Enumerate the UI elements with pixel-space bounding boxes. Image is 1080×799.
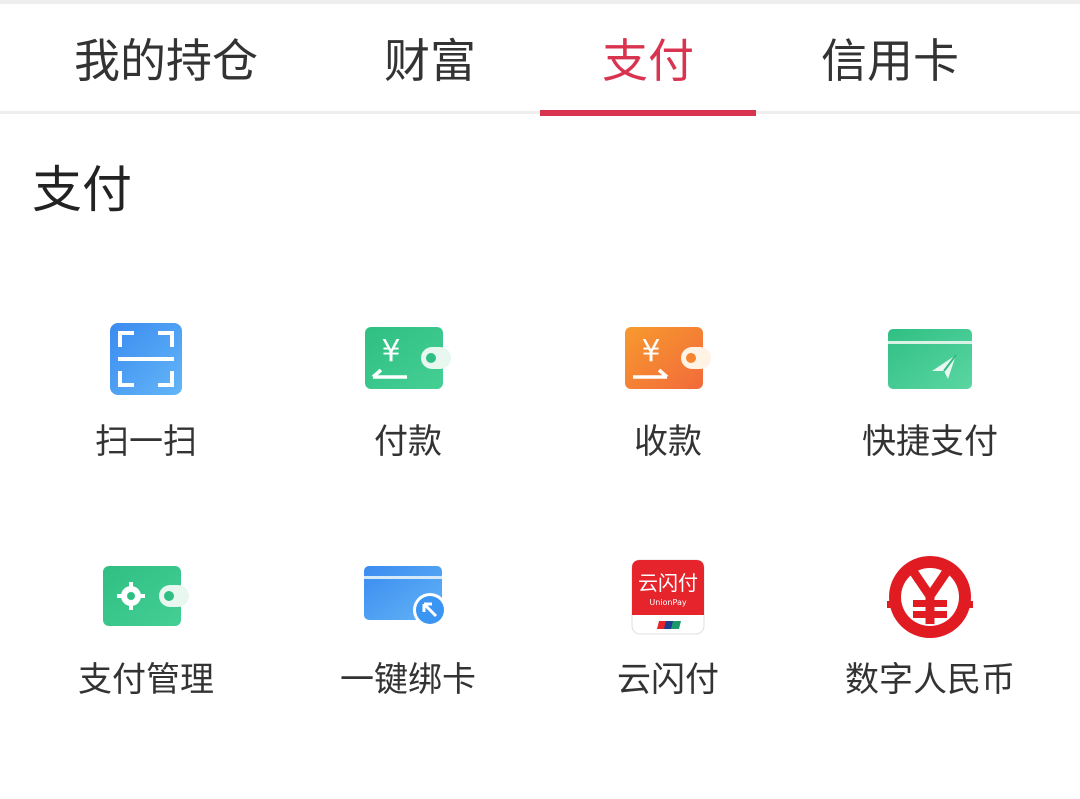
grid-item-receive[interactable]: ¥ 收款 (538, 304, 798, 504)
unionpay-cloud-quickpass-icon: 云闪付 UnionPay (538, 542, 798, 652)
svg-text:¥: ¥ (381, 334, 400, 369)
tab-payment[interactable]: 支付 (540, 4, 756, 112)
pay-wallet-icon: ¥ (278, 304, 538, 414)
payment-settings-wallet-icon (16, 542, 276, 652)
bind-card-icon (278, 542, 538, 652)
tab-credit-card[interactable]: 信用卡 (760, 4, 1020, 112)
top-tab-bar: 我的持仓 财富 支付 信用卡 (0, 0, 1080, 116)
grid-item-label: 支付管理 (78, 660, 214, 700)
grid-item-payment-management[interactable]: 支付管理 (16, 542, 276, 742)
digital-rmb-icon (800, 542, 1060, 652)
tab-wealth[interactable]: 财富 (300, 4, 560, 112)
grid-item-label: 收款 (634, 422, 702, 462)
grid-item-label: 快捷支付 (862, 422, 998, 462)
tab-my-holdings[interactable]: 我的持仓 (36, 4, 296, 112)
active-tab-indicator (540, 110, 756, 116)
receive-wallet-icon: ¥ (538, 304, 798, 414)
svg-text:云闪付: 云闪付 (638, 571, 698, 595)
grid-item-label: 云闪付 (617, 660, 719, 700)
grid-item-label: 数字人民币 (845, 660, 1015, 700)
section-title: 支付 (32, 161, 132, 219)
svg-text:¥: ¥ (641, 334, 660, 369)
grid-item-label: 扫一扫 (95, 422, 197, 462)
grid-item-bind-card[interactable]: 一键绑卡 (278, 542, 538, 742)
grid-item-digital-rmb[interactable]: 数字人民币 (800, 542, 1060, 742)
grid-item-label: 付款 (374, 422, 442, 462)
grid-item-scan[interactable]: 扫一扫 (16, 304, 276, 504)
grid-item-label: 一键绑卡 (340, 660, 476, 700)
grid-item-quick-pay[interactable]: 快捷支付 (800, 304, 1060, 504)
svg-text:UnionPay: UnionPay (649, 598, 686, 607)
quick-pay-card-icon (800, 304, 1060, 414)
scan-icon (16, 304, 276, 414)
grid-item-pay[interactable]: ¥ 付款 (278, 304, 538, 504)
grid-item-unionpay[interactable]: 云闪付 UnionPay 云闪付 (538, 542, 798, 742)
